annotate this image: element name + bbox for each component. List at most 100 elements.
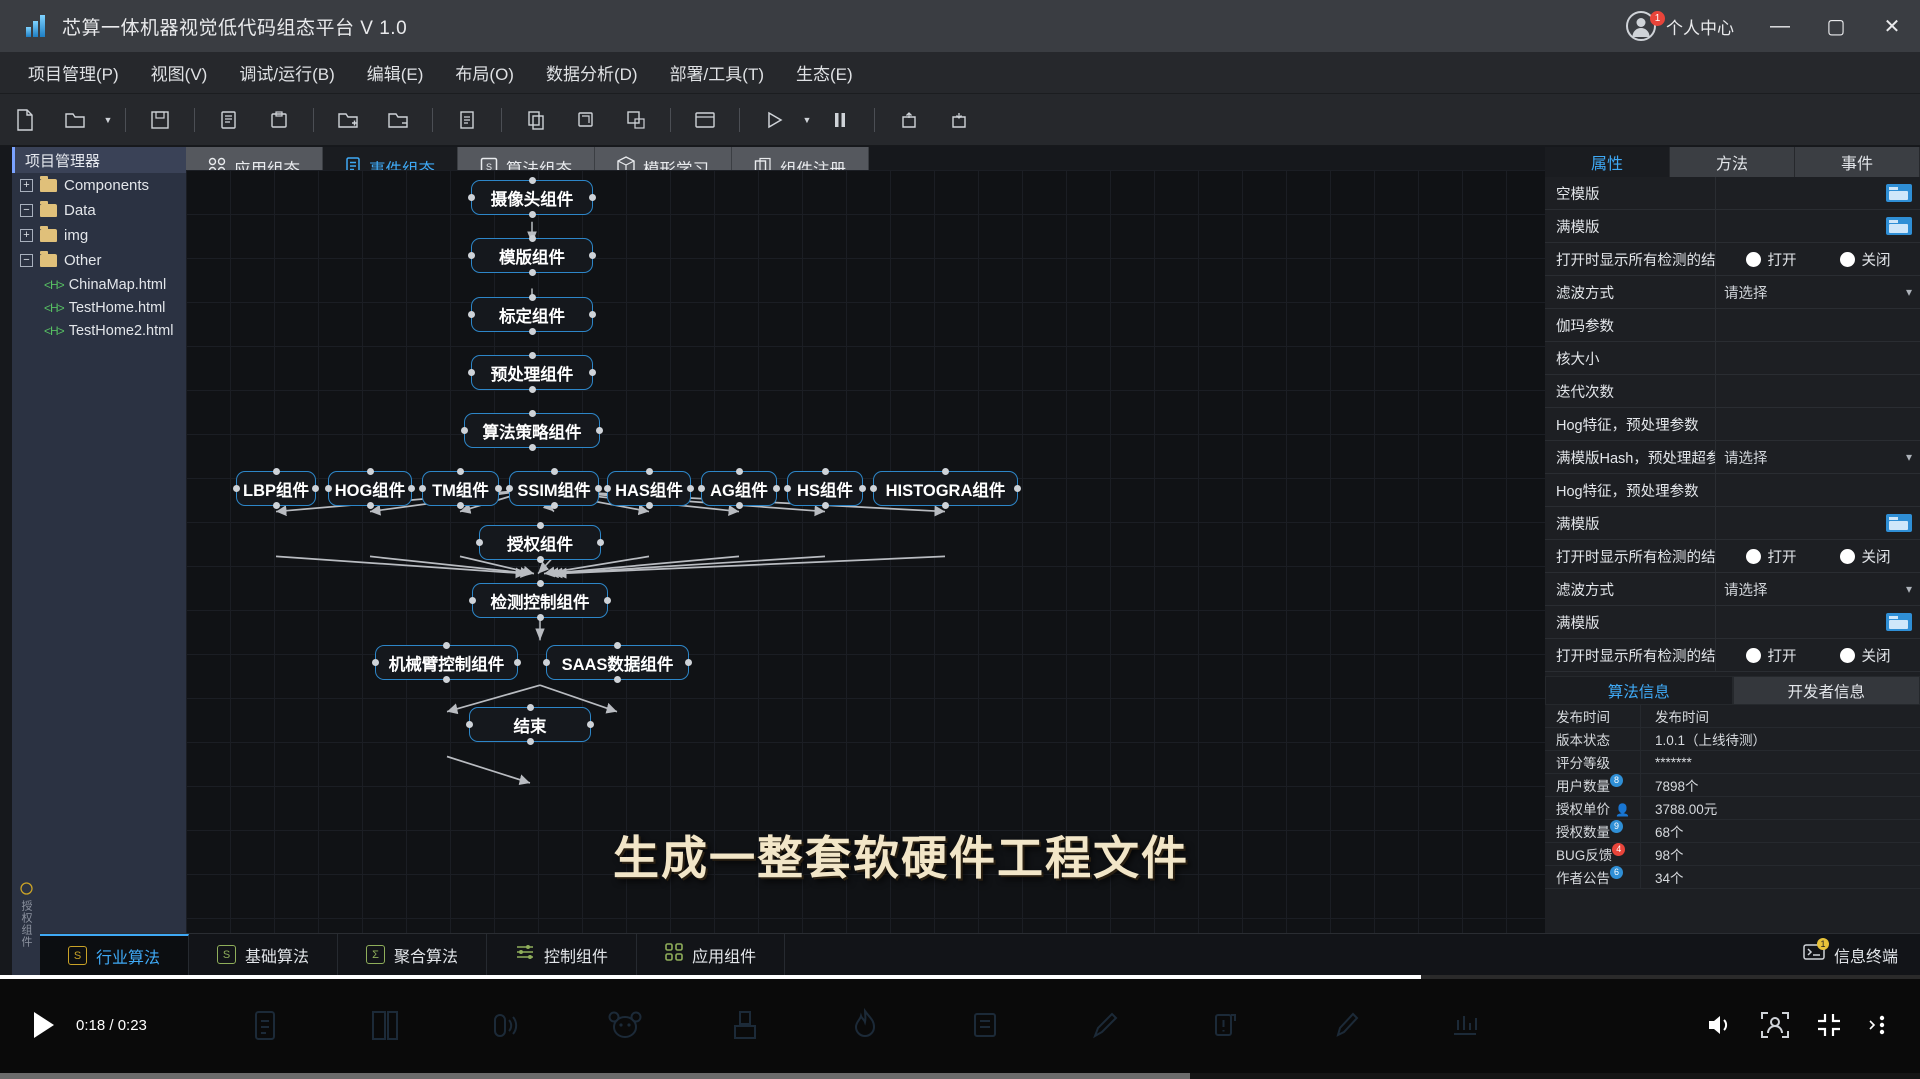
new-file-icon[interactable] — [5, 100, 45, 140]
property-value[interactable] — [1715, 474, 1920, 506]
tree-toggle-icon[interactable]: + — [20, 229, 33, 242]
port-right[interactable] — [1014, 485, 1021, 492]
alert-icon[interactable] — [1165, 1008, 1285, 1042]
flow-node-hist[interactable]: HISTOGRA组件 — [870, 468, 1021, 509]
port-bottom[interactable] — [528, 328, 536, 335]
port-bottom[interactable] — [457, 502, 464, 509]
vertical-side-strip[interactable]: 授权组件 — [12, 875, 40, 975]
person-focus-icon[interactable] — [1760, 1011, 1790, 1039]
port-left[interactable] — [468, 194, 475, 201]
property-tab-方法[interactable]: 方法 — [1670, 147, 1795, 177]
flow-node-has[interactable]: HAS组件 — [604, 468, 694, 509]
flow-node-strategy[interactable]: 算法策略组件 — [461, 410, 603, 451]
port-bottom[interactable] — [528, 269, 536, 276]
menu-item-2[interactable]: 视图(V) — [135, 52, 224, 93]
maximize-button[interactable]: ▢ — [1808, 0, 1864, 52]
flow-node-tm[interactable]: TM组件 — [419, 468, 502, 509]
port-bottom[interactable] — [443, 676, 450, 683]
port-left[interactable] — [468, 252, 475, 259]
port-left[interactable] — [698, 485, 705, 492]
tree-toggle-icon[interactable]: − — [20, 254, 33, 267]
port-bottom[interactable] — [614, 676, 621, 683]
flow-node-ssim[interactable]: SSIM组件 — [506, 468, 602, 509]
port-left[interactable] — [506, 485, 513, 492]
port-right[interactable] — [589, 369, 596, 376]
port-top[interactable] — [942, 468, 949, 475]
port-left[interactable] — [233, 485, 240, 492]
port-bottom[interactable] — [821, 502, 829, 509]
port-right[interactable] — [495, 485, 502, 492]
menu-item-5[interactable]: 布局(O) — [439, 52, 530, 93]
bottom-tab-控制组件[interactable]: 控制组件 — [487, 934, 638, 975]
flow-node-lbp[interactable]: LBP组件 — [233, 468, 319, 509]
port-bottom[interactable] — [528, 444, 536, 451]
property-value[interactable]: 请选择 ▾ — [1715, 276, 1920, 308]
note-icon[interactable] — [205, 1008, 325, 1042]
bear-face-icon[interactable] — [565, 1009, 685, 1041]
port-right[interactable] — [687, 485, 694, 492]
save-icon[interactable] — [140, 100, 180, 140]
tree-node-data[interactable]: − Data — [12, 198, 186, 223]
deploy-icon[interactable] — [889, 100, 929, 140]
port-right[interactable] — [859, 485, 866, 492]
port-top[interactable] — [528, 177, 536, 184]
radio-option-on[interactable]: 打开 — [1745, 645, 1797, 666]
folder-browse-button[interactable] — [1886, 514, 1912, 532]
radio-option-on[interactable]: 打开 — [1745, 546, 1797, 567]
port-top[interactable] — [366, 468, 374, 475]
port-top[interactable] — [550, 468, 558, 475]
tree-file-item[interactable]: <H> ChinaMap.html — [12, 273, 186, 296]
port-bottom[interactable] — [272, 502, 280, 509]
tree-file-item[interactable]: <H> TestHome.html — [12, 296, 186, 319]
flow-node-hog[interactable]: HOG组件 — [325, 468, 415, 509]
flow-node-tpl[interactable]: 模版组件 — [468, 235, 596, 276]
port-right[interactable] — [589, 311, 596, 318]
radio-option-off[interactable]: 关闭 — [1839, 546, 1891, 567]
flow-canvas[interactable]: 摄像头组件 模版组件 标定组件 预处理组件 算法策略组件 LBP组件 HOG组件 TM组件 SS… — [186, 170, 1545, 975]
pen-icon[interactable] — [1045, 1008, 1165, 1042]
port-left[interactable] — [469, 597, 476, 604]
port-bottom[interactable] — [528, 211, 536, 218]
chevron-down-icon[interactable]: ▼ — [799, 100, 815, 140]
brush-icon[interactable] — [1285, 1008, 1405, 1042]
pause-icon[interactable] — [820, 100, 860, 140]
flow-node-calib[interactable]: 标定组件 — [468, 294, 596, 335]
more-vertical-icon[interactable] — [1868, 1012, 1890, 1038]
user-center-button[interactable]: 1 个人中心 — [1626, 11, 1752, 41]
port-top[interactable] — [645, 468, 653, 475]
port-bottom[interactable] — [536, 556, 544, 563]
play-icon[interactable] — [34, 1012, 54, 1038]
doc-icon[interactable] — [925, 1008, 1045, 1042]
tree-toggle-icon[interactable]: + — [20, 179, 33, 192]
port-left[interactable] — [372, 659, 379, 666]
port-top[interactable] — [443, 642, 450, 649]
port-top[interactable] — [528, 235, 536, 242]
layout-icon[interactable] — [685, 100, 725, 140]
folder-browse-button[interactable] — [1886, 184, 1912, 202]
port-top[interactable] — [526, 704, 534, 711]
exit-fullscreen-icon[interactable] — [1816, 1012, 1842, 1038]
port-top[interactable] — [528, 294, 536, 301]
port-left[interactable] — [784, 485, 791, 492]
flow-node-camera[interactable]: 摄像头组件 — [468, 177, 596, 218]
property-tab-事件[interactable]: 事件 — [1795, 147, 1920, 177]
bottom-tab-行业算法[interactable]: S 行业算法 — [40, 934, 190, 975]
port-left[interactable] — [461, 427, 468, 434]
menu-item-4[interactable]: 编辑(E) — [351, 52, 440, 93]
radio-option-on[interactable]: 打开 — [1745, 249, 1797, 270]
flow-node-saas[interactable]: SAAS数据组件 — [543, 642, 692, 683]
port-left[interactable] — [419, 485, 426, 492]
menu-item-1[interactable]: 项目管理(P) — [12, 52, 135, 93]
property-value[interactable] — [1715, 408, 1920, 440]
port-right[interactable] — [604, 597, 611, 604]
radio-option-off[interactable]: 关闭 — [1839, 645, 1891, 666]
menu-item-6[interactable]: 数据分析(D) — [530, 52, 654, 93]
sound-wave-icon[interactable] — [445, 1008, 565, 1042]
port-bottom[interactable] — [366, 502, 374, 509]
remove-folder-icon[interactable] — [378, 100, 418, 140]
port-left[interactable] — [468, 369, 475, 376]
layers-icon[interactable] — [566, 100, 606, 140]
tree-toggle-icon[interactable]: − — [20, 204, 33, 217]
tree-node-components[interactable]: + Components — [12, 173, 186, 198]
port-left[interactable] — [476, 539, 483, 546]
